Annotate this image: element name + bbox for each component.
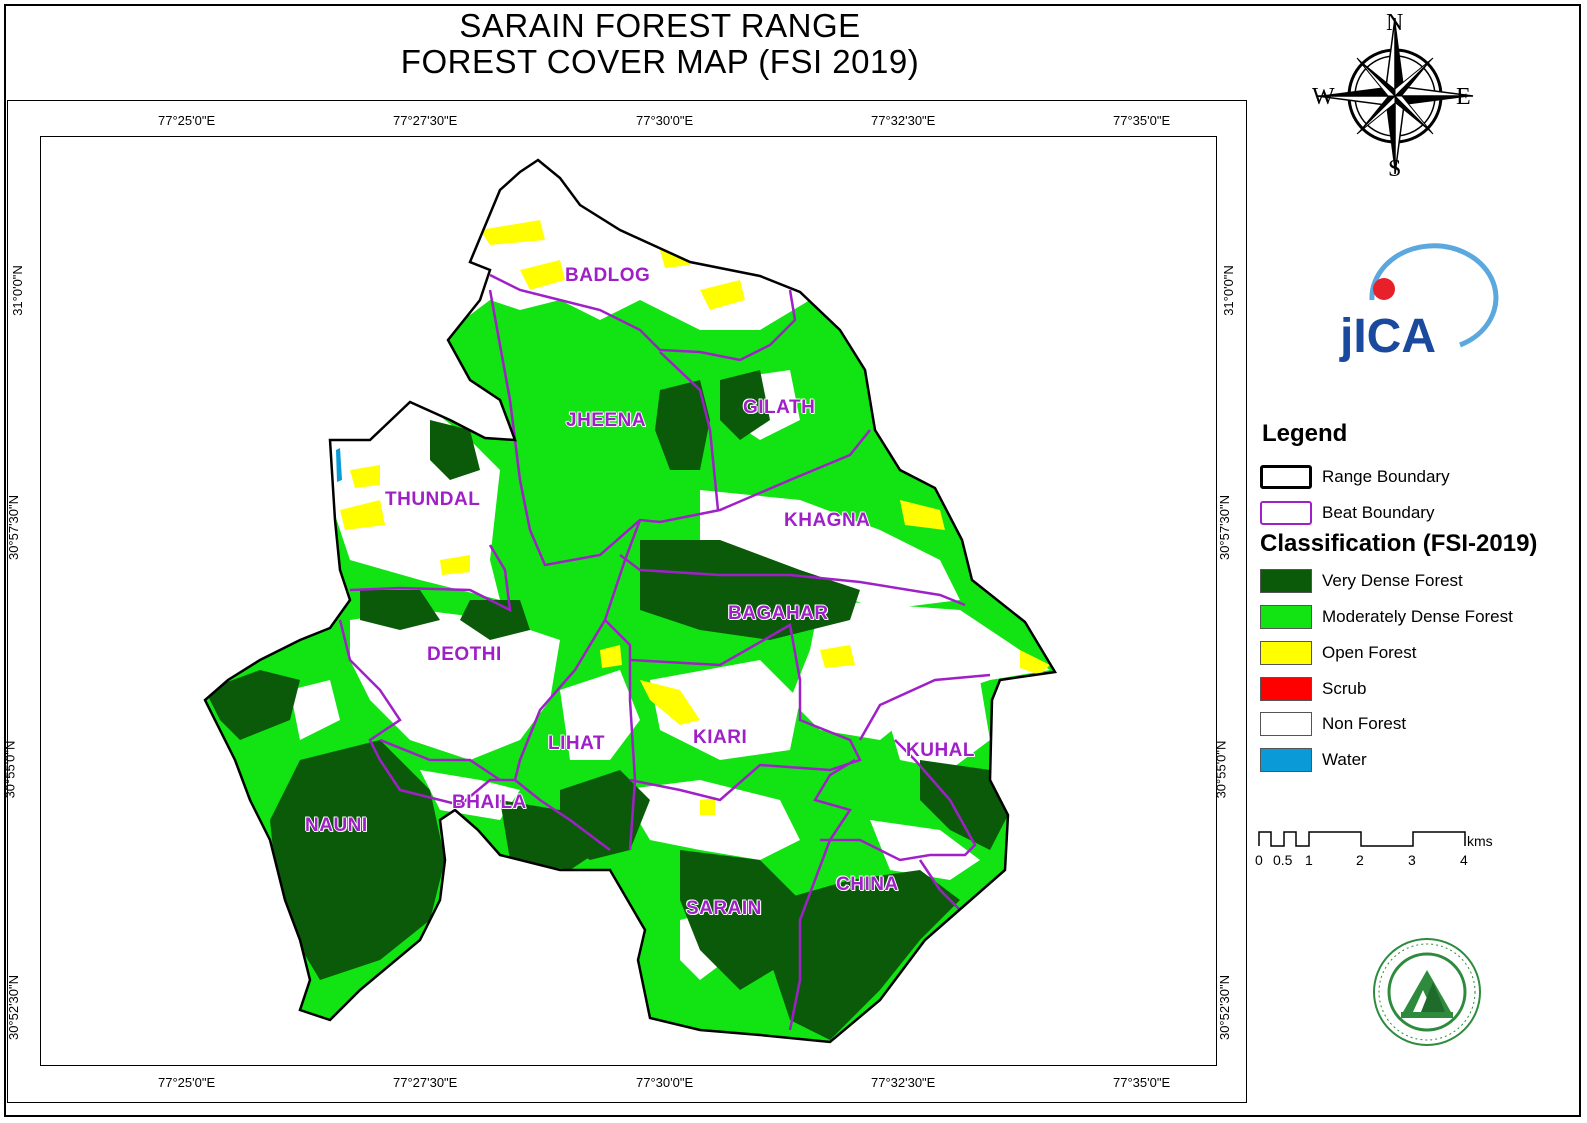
svg-text:jICA: jICA (1339, 310, 1436, 363)
moderately-dense-forest-swatch (1260, 605, 1312, 629)
compass-west-label: W (1312, 84, 1335, 110)
compass-rose-icon (1316, 17, 1474, 175)
compass-south-label: S (1388, 156, 1402, 182)
scale-tick-label: 0 (1255, 852, 1263, 868)
beat-label-jheena: JHEENA (566, 410, 647, 431)
legend-item-very-dense-forest: Very Dense Forest (1260, 568, 1463, 594)
open-forest-patch (700, 798, 715, 815)
legend-item-open-forest: Open Forest (1260, 640, 1417, 666)
beat-label-sarain: SARAIN (686, 898, 762, 919)
legend-label: Moderately Dense Forest (1322, 607, 1513, 626)
scale-tick-label: 2 (1356, 852, 1364, 868)
legend-label: Very Dense Forest (1322, 571, 1463, 590)
legend-item-non-forest: Non Forest (1260, 711, 1406, 737)
scale-tick-label: 3 (1408, 852, 1416, 868)
legend-item-beat-boundary: Beat Boundary (1260, 500, 1434, 526)
forest-department-emblem-icon (1373, 938, 1481, 1046)
beat-label-bhaila: BHAILA (452, 792, 527, 813)
legend-item-water: Water (1260, 747, 1367, 773)
non-forest-swatch (1260, 712, 1312, 736)
beat-label-thundal: THUNDAL (385, 489, 481, 510)
legend-label: Non Forest (1322, 714, 1407, 733)
legend-label: Water (1322, 750, 1367, 769)
beat-label-kuhal: KUHAL (906, 740, 975, 761)
very-dense-forest-swatch (1260, 569, 1312, 593)
legend-label: Range Boundary (1322, 467, 1450, 486)
beat-boundary-swatch (1260, 501, 1312, 525)
beat-label-china: CHINA (836, 874, 899, 895)
open-forest-swatch (1260, 641, 1312, 665)
scale-tick-label: 1 (1305, 852, 1313, 868)
legend-title: Legend (1262, 420, 1348, 447)
jica-logo-icon: jICA (1339, 243, 1499, 363)
beat-label-badlog: BADLOG (565, 265, 651, 286)
legend-label: Scrub (1322, 679, 1367, 698)
scale-unit-label: kms (1467, 833, 1493, 849)
compass-north-label: N (1386, 10, 1404, 36)
beat-label-gilath: GILATH (743, 397, 816, 418)
legend-label: Open Forest (1322, 643, 1417, 662)
scale-bar (1258, 831, 1466, 847)
beat-label-lihat: LIHAT (548, 733, 606, 754)
range-boundary-swatch (1260, 465, 1312, 489)
legend-item-scrub: Scrub (1260, 676, 1366, 702)
scrub-swatch (1260, 677, 1312, 701)
water-swatch (1260, 748, 1312, 772)
beat-label-deothi: DEOTHI (427, 644, 502, 665)
classification-title: Classification (FSI-2019) (1260, 530, 1538, 557)
beat-label-bagahar: BAGAHAR (728, 603, 829, 624)
legend-item-range-boundary: Range Boundary (1260, 464, 1450, 490)
scale-tick-label: 4 (1460, 852, 1468, 868)
legend-label: Beat Boundary (1322, 503, 1435, 522)
beat-label-khagna: KHAGNA (784, 510, 871, 531)
beat-label-kiari: KIARI (693, 727, 748, 748)
beat-label-nauni: NAUNI (305, 815, 368, 836)
scale-tick-label: 0.5 (1273, 852, 1293, 868)
compass-east-label: E (1456, 84, 1471, 110)
forest-cover-map: jICA (203, 17, 1499, 1046)
legend-item-moderately-dense-forest: Moderately Dense Forest (1260, 604, 1513, 630)
